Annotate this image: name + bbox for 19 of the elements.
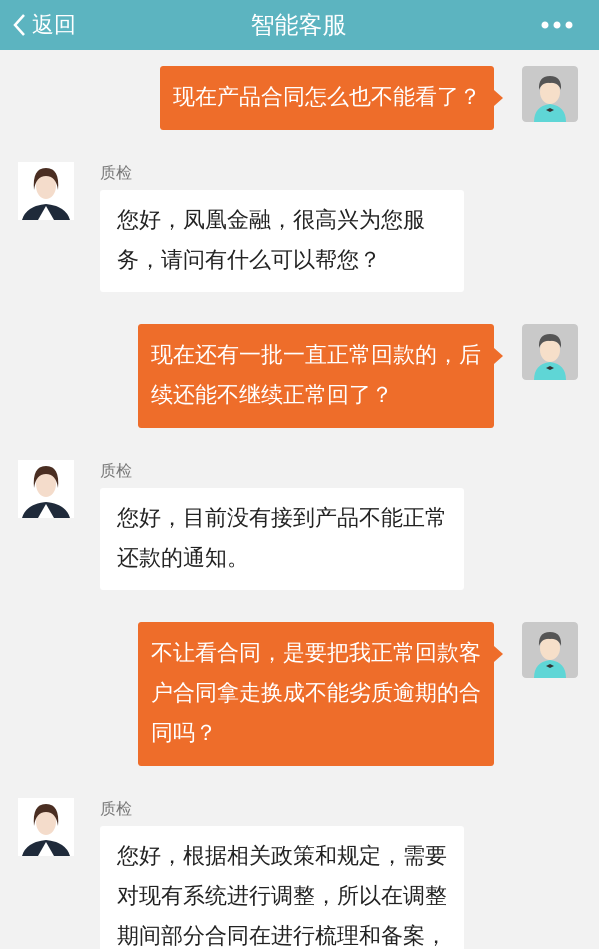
user-avatar: [522, 622, 578, 678]
more-icon[interactable]: [541, 21, 573, 29]
agent-avatar: [18, 798, 74, 856]
agent-avatar: [18, 162, 74, 220]
user-avatar: [522, 66, 578, 122]
message-text: 您好，根据相关政策和规定，需要对现有系统进行调整，所以在调整期间部分合同在进行梳理和备案，: [117, 843, 447, 949]
message-text: 您好，凤凰金融，很高兴为您服务，请问有什么可以帮您？: [117, 207, 426, 275]
message-text: 现在产品合同怎么也不能看了？: [173, 84, 481, 112]
back-icon: [12, 13, 26, 37]
sender-name: 质检: [100, 798, 133, 820]
window-title: 智能客服: [250, 10, 348, 41]
sender-name: 质检: [100, 460, 133, 482]
message-text: 您好，目前没有接到产品不能正常还款的通知。: [117, 505, 447, 573]
message-text: 现在还有一批一直正常回款的，后续还能不继续正常回了？: [151, 342, 481, 410]
back-button[interactable]: 返回: [12, 8, 132, 42]
user-avatar: [522, 324, 578, 380]
message-text: 不让看合同，是要把我正常回款客户合同拿走换成不能劣质逾期的合同吗？: [151, 640, 481, 748]
agent-avatar: [18, 460, 74, 518]
sender-name: 质检: [100, 162, 133, 184]
